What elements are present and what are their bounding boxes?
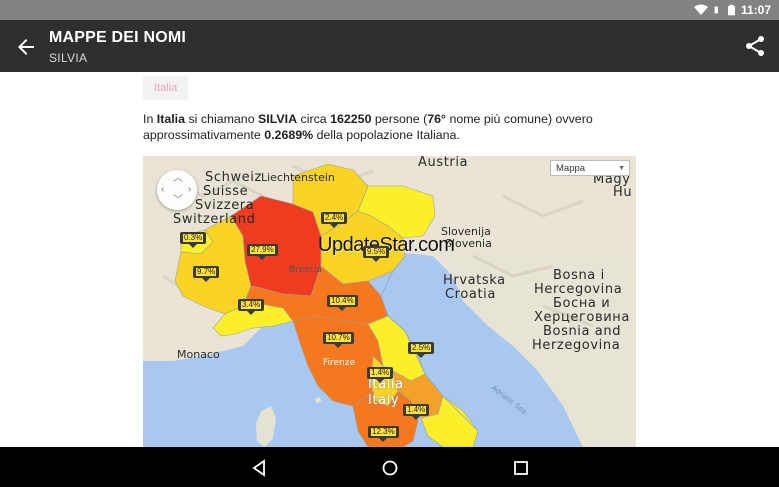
label-croatia: Croatia [445,287,496,302]
region-badge-toscana[interactable]: 10.7% [323,332,354,348]
label-firenze: Firenze [323,358,356,368]
badge-value: 2.5% [411,343,432,352]
nav-recents-icon[interactable] [512,459,530,477]
navigation-bar [0,447,779,487]
label-hu: Hu [613,185,633,200]
choropleth-map[interactable]: Schweiz Suisse Svizzera Switzerland Liec… [143,156,636,447]
label-hercegovina-cyrillic: Херцеговина [534,310,630,325]
region-badge-valle-aosta[interactable]: 0.3% [180,232,207,248]
content-area: Italia In Italia si chiamano SILVIA circ… [0,72,779,447]
badge-value: 1.4% [406,405,427,414]
region-badge-emilia-romagna[interactable]: 10.4% [327,295,358,311]
desc-text: In [143,112,157,126]
pan-up-icon[interactable]: ︿ [173,174,183,184]
label-brescia: Brescia [289,265,322,275]
arrow-back-icon[interactable] [14,35,38,59]
label-monaco: Monaco [177,348,220,361]
region-badge-umbria[interactable]: 1.4% [367,367,394,383]
share-icon[interactable] [743,34,767,58]
pan-down-icon[interactable]: ﹀ [173,196,183,206]
island-elba [315,397,321,403]
badge-value: 12.3% [371,427,396,436]
country-chip[interactable]: Italia [143,76,189,100]
desc-text: si chiamano [185,112,259,126]
status-bar: 11:07 [0,0,779,20]
label-suisse: Suisse [203,184,249,199]
badge-value: 0.3% [183,233,204,242]
region-badge-liguria[interactable]: 3.4% [238,299,265,315]
label-switzerland: Switzerland [173,212,256,227]
badge-value: 2.4% [324,213,345,222]
map-type-value: Mappa [556,163,586,174]
desc-country: Italia [156,112,186,126]
label-schweiz: Schweiz [205,170,262,185]
nav-back-icon[interactable] [250,459,268,477]
label-bosna: Bosna i [553,268,605,283]
desc-text: circa [297,112,331,126]
desc-percent: 0.2689% [264,128,314,142]
region-badge-trentino[interactable]: 2.4% [321,212,348,228]
badge-value: 10.7% [326,333,351,342]
map-type-selector[interactable]: Mappa ▼ [550,160,630,176]
label-svizzera: Svizzera [195,198,255,213]
badge-value: 9.7% [196,267,217,276]
label-austria: Austria [418,156,469,170]
region-badge-piemonte[interactable]: 9.7% [193,266,220,282]
desc-rank: 76° [427,112,447,126]
wifi-icon [693,4,708,15]
chevron-down-icon: ▼ [618,165,625,172]
desc-text: persone ( [371,112,428,126]
badge-value: 1.4% [370,368,391,377]
pan-control[interactable]: ︿ ‹ › ﹀ [157,170,197,210]
label-hrvatska: Hrvatska [443,273,506,288]
label-bosnia: Bosnia and [543,324,622,339]
region-badge-lombardia[interactable]: 27.9% [247,244,278,260]
pan-right-icon[interactable]: › [188,185,191,195]
label-italia: Italia [368,377,404,392]
region-badge-lazio[interactable]: 12.3% [368,426,399,442]
page-subtitle: SILVIA [49,51,88,65]
label-bosna-cyrillic: Босна и [553,296,611,311]
label-hercegovina: Hercegovina [534,282,623,297]
battery-icon [727,4,735,16]
region-badge-marche[interactable]: 2.5% [408,342,435,358]
badge-value: 27.9% [250,245,275,254]
island-corsica [256,406,276,447]
status-icons: 11:07 [693,3,771,17]
desc-text: della popolazione Italiana. [313,128,460,142]
nav-home-icon[interactable] [381,459,399,477]
app-bar: MAPPE DEI NOMI SILVIA [0,20,779,72]
badge-value: 3.4% [241,300,262,309]
region-badge-veneto[interactable]: 9.5% [363,246,390,262]
region-badge-abruzzo[interactable]: 1.4% [403,404,430,420]
label-herzegovina: Herzegovina [532,338,621,353]
desc-count: 162250 [330,112,372,126]
pan-left-icon[interactable]: ‹ [161,185,164,195]
page-title: MAPPE DEI NOMI [49,29,187,46]
sim-icon [714,6,718,14]
name-description: In Italia si chiamano SILVIA circa 16225… [143,111,633,143]
badge-value: 9.5% [366,247,387,256]
badge-value: 10.4% [330,296,355,305]
label-italy: Italy [368,393,400,408]
desc-name: SILVIA [258,112,298,126]
label-liechtenstein: Liechtenstein [261,171,335,184]
status-time: 11:07 [740,3,771,17]
